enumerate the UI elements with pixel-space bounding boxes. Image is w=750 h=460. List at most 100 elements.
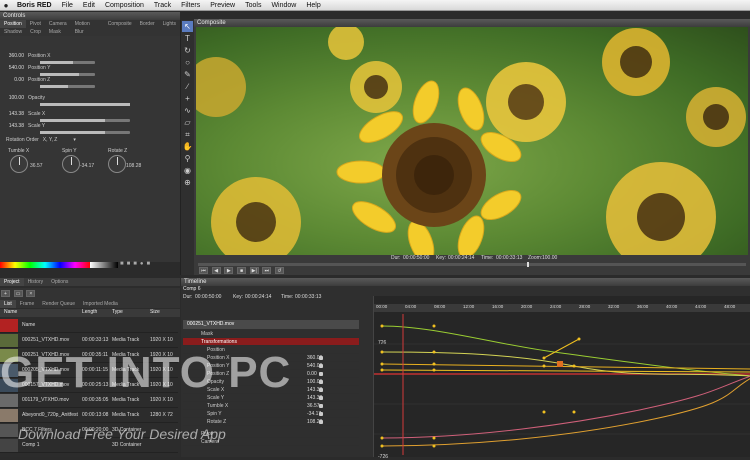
opacity-value[interactable]: 100.00 <box>6 94 24 102</box>
tab-history[interactable]: History <box>24 278 48 286</box>
play-icon[interactable]: ▶ <box>224 267 234 274</box>
zoom-tool-icon[interactable]: ⚲ <box>182 153 193 164</box>
list-item[interactable]: Abeyond0_720p_Anitfest 00:00:13:08 Media T… <box>0 408 178 423</box>
menu-file[interactable]: File <box>57 0 78 11</box>
position-x-value[interactable]: 360.00 <box>6 52 24 60</box>
text-tool-icon[interactable]: T <box>182 33 193 44</box>
tab-camera[interactable]: Camera <box>45 20 71 28</box>
brush-tool-icon[interactable]: ∕ <box>182 81 193 92</box>
tumble-dial[interactable] <box>10 155 28 173</box>
tab-lights[interactable]: Lights <box>159 20 180 28</box>
timeline-layer-row[interactable]: 000251_VTXHD.mov <box>183 320 359 329</box>
menu-help[interactable]: Help <box>301 0 325 11</box>
app-menu[interactable]: Boris RED <box>12 0 57 11</box>
project-header: Name Length Type Size <box>0 309 180 317</box>
apple-icon[interactable]: ● <box>0 1 12 10</box>
timeline-comp-name[interactable]: Comp 6 <box>183 286 201 292</box>
track-transformations[interactable]: Transformations <box>183 338 359 346</box>
tab-render-queue[interactable]: Render Queue <box>38 300 79 308</box>
tumble-value[interactable]: 36.57 <box>30 163 43 169</box>
rotate-dial[interactable] <box>108 155 126 173</box>
tumble-label: Tumble X <box>8 148 30 154</box>
scale-x-slider[interactable] <box>40 119 130 122</box>
tab-composite[interactable]: Composite <box>104 20 136 28</box>
comp-zoom-value[interactable]: 100.00 <box>542 255 557 261</box>
scale-x-value[interactable]: 143.38 <box>6 110 24 118</box>
folder-icon[interactable]: ▭ <box>13 290 23 297</box>
tab-crop[interactable]: Crop <box>26 28 45 36</box>
stop-icon[interactable]: ■ <box>237 267 247 274</box>
curve-olive <box>381 351 750 377</box>
track-rotate-z[interactable]: Rotate Z 108.28 <box>183 418 359 426</box>
scale-y-slider[interactable] <box>40 131 130 134</box>
list-item[interactable]: Name <box>0 318 178 333</box>
eraser-tool-icon[interactable]: ▱ <box>182 117 193 128</box>
col-length[interactable]: Length <box>82 309 97 315</box>
tab-frame[interactable]: Frame <box>16 300 38 308</box>
rotate-value[interactable]: 108.28 <box>126 163 141 169</box>
chevron-down-icon[interactable]: ▾ <box>73 136 76 144</box>
menu-track[interactable]: Track <box>149 0 176 11</box>
tab-imported-media[interactable]: Imported Media <box>79 300 122 308</box>
track-spin-y[interactable]: Spin Y -34.17 <box>183 410 359 418</box>
rotation-order-select[interactable]: X, Y, Z <box>43 136 58 144</box>
tab-position[interactable]: Position <box>0 20 26 28</box>
curve-editor[interactable]: 00:00 04:00 08:00 12:00 16:00 20:00 24:0… <box>373 296 750 460</box>
composite-panel: Composite Dur: 00:00:50:00 Key: 00:00:24… <box>194 19 750 275</box>
position-y-value[interactable]: 540.00 <box>6 64 24 72</box>
opacity-slider[interactable] <box>40 103 130 106</box>
position-z-value[interactable]: 0.00 <box>6 76 24 84</box>
controls-tabs-2: Shadow Crop Mask <box>0 28 180 36</box>
gray-strip[interactable] <box>90 262 118 268</box>
step-forward-icon[interactable]: ▶| <box>249 267 259 274</box>
step-back-icon[interactable]: ◀ <box>211 267 221 274</box>
scale-y-value[interactable]: 143.38 <box>6 122 24 130</box>
pen-tool-icon[interactable]: ✎ <box>182 69 193 80</box>
menu-edit[interactable]: Edit <box>78 0 100 11</box>
menu-preview[interactable]: Preview <box>205 0 240 11</box>
delete-icon[interactable]: × <box>26 290 36 297</box>
col-name[interactable]: Name <box>4 309 17 315</box>
hand-tool-icon[interactable]: ✋ <box>182 141 193 152</box>
orbit-tool-icon[interactable]: ⊕ <box>182 177 193 188</box>
go-start-icon[interactable]: ⏮ <box>199 267 208 274</box>
camera-tool-icon[interactable]: ◉ <box>182 165 193 176</box>
position-z-slider[interactable] <box>40 85 95 88</box>
composite-viewer[interactable] <box>196 27 748 255</box>
loop-icon[interactable]: ↺ <box>275 267 285 274</box>
tab-pivot[interactable]: Pivot <box>26 20 45 28</box>
comp-dur-label: Dur: <box>391 255 401 261</box>
track-tumble-x[interactable]: Tumble X 36.57 <box>183 402 359 410</box>
menu-filters[interactable]: Filters <box>176 0 205 11</box>
tab-mask[interactable]: Mask <box>45 28 65 36</box>
col-size[interactable]: Size <box>150 309 160 315</box>
color-picker-strip[interactable] <box>0 262 90 268</box>
sunflower-image <box>196 27 746 255</box>
track-mask[interactable]: Mask <box>183 330 359 338</box>
watermark-logo: GET INTO PC <box>0 348 292 397</box>
tab-project[interactable]: Project <box>0 278 24 286</box>
tab-motion-blur[interactable]: Motion Blur <box>71 20 104 35</box>
select-tool-icon[interactable]: ↖ <box>182 21 193 32</box>
menu-composition[interactable]: Composition <box>100 0 149 11</box>
add-point-icon[interactable]: + <box>182 93 193 104</box>
time-ruler[interactable]: 00:00 04:00 08:00 12:00 16:00 20:00 24:0… <box>374 304 750 312</box>
tab-border[interactable]: Border <box>136 20 159 28</box>
new-item-icon[interactable]: + <box>1 290 10 297</box>
go-end-icon[interactable]: ⏭ <box>262 267 272 274</box>
tab-shadow[interactable]: Shadow <box>0 28 26 36</box>
menu-window[interactable]: Window <box>266 0 301 11</box>
crop-tool-icon[interactable]: ⌗ <box>182 129 193 140</box>
col-type[interactable]: Type <box>112 309 123 315</box>
tab-options[interactable]: Options <box>47 278 72 286</box>
ellipse-tool-icon[interactable]: ○ <box>182 57 193 68</box>
list-item[interactable]: 000251_VTXHD.mov 00:00:33:13 Media Track 19… <box>0 333 178 348</box>
bezier-tool-icon[interactable]: ∿ <box>182 105 193 116</box>
curve-graph[interactable] <box>374 314 750 455</box>
rotate-tool-icon[interactable]: ↻ <box>182 45 193 56</box>
tab-list[interactable]: List <box>0 300 16 308</box>
spin-dial[interactable] <box>62 155 80 173</box>
composite-scrub-bar[interactable] <box>198 262 746 267</box>
menu-tools[interactable]: Tools <box>240 0 266 11</box>
spin-value[interactable]: -34.17 <box>80 163 94 169</box>
